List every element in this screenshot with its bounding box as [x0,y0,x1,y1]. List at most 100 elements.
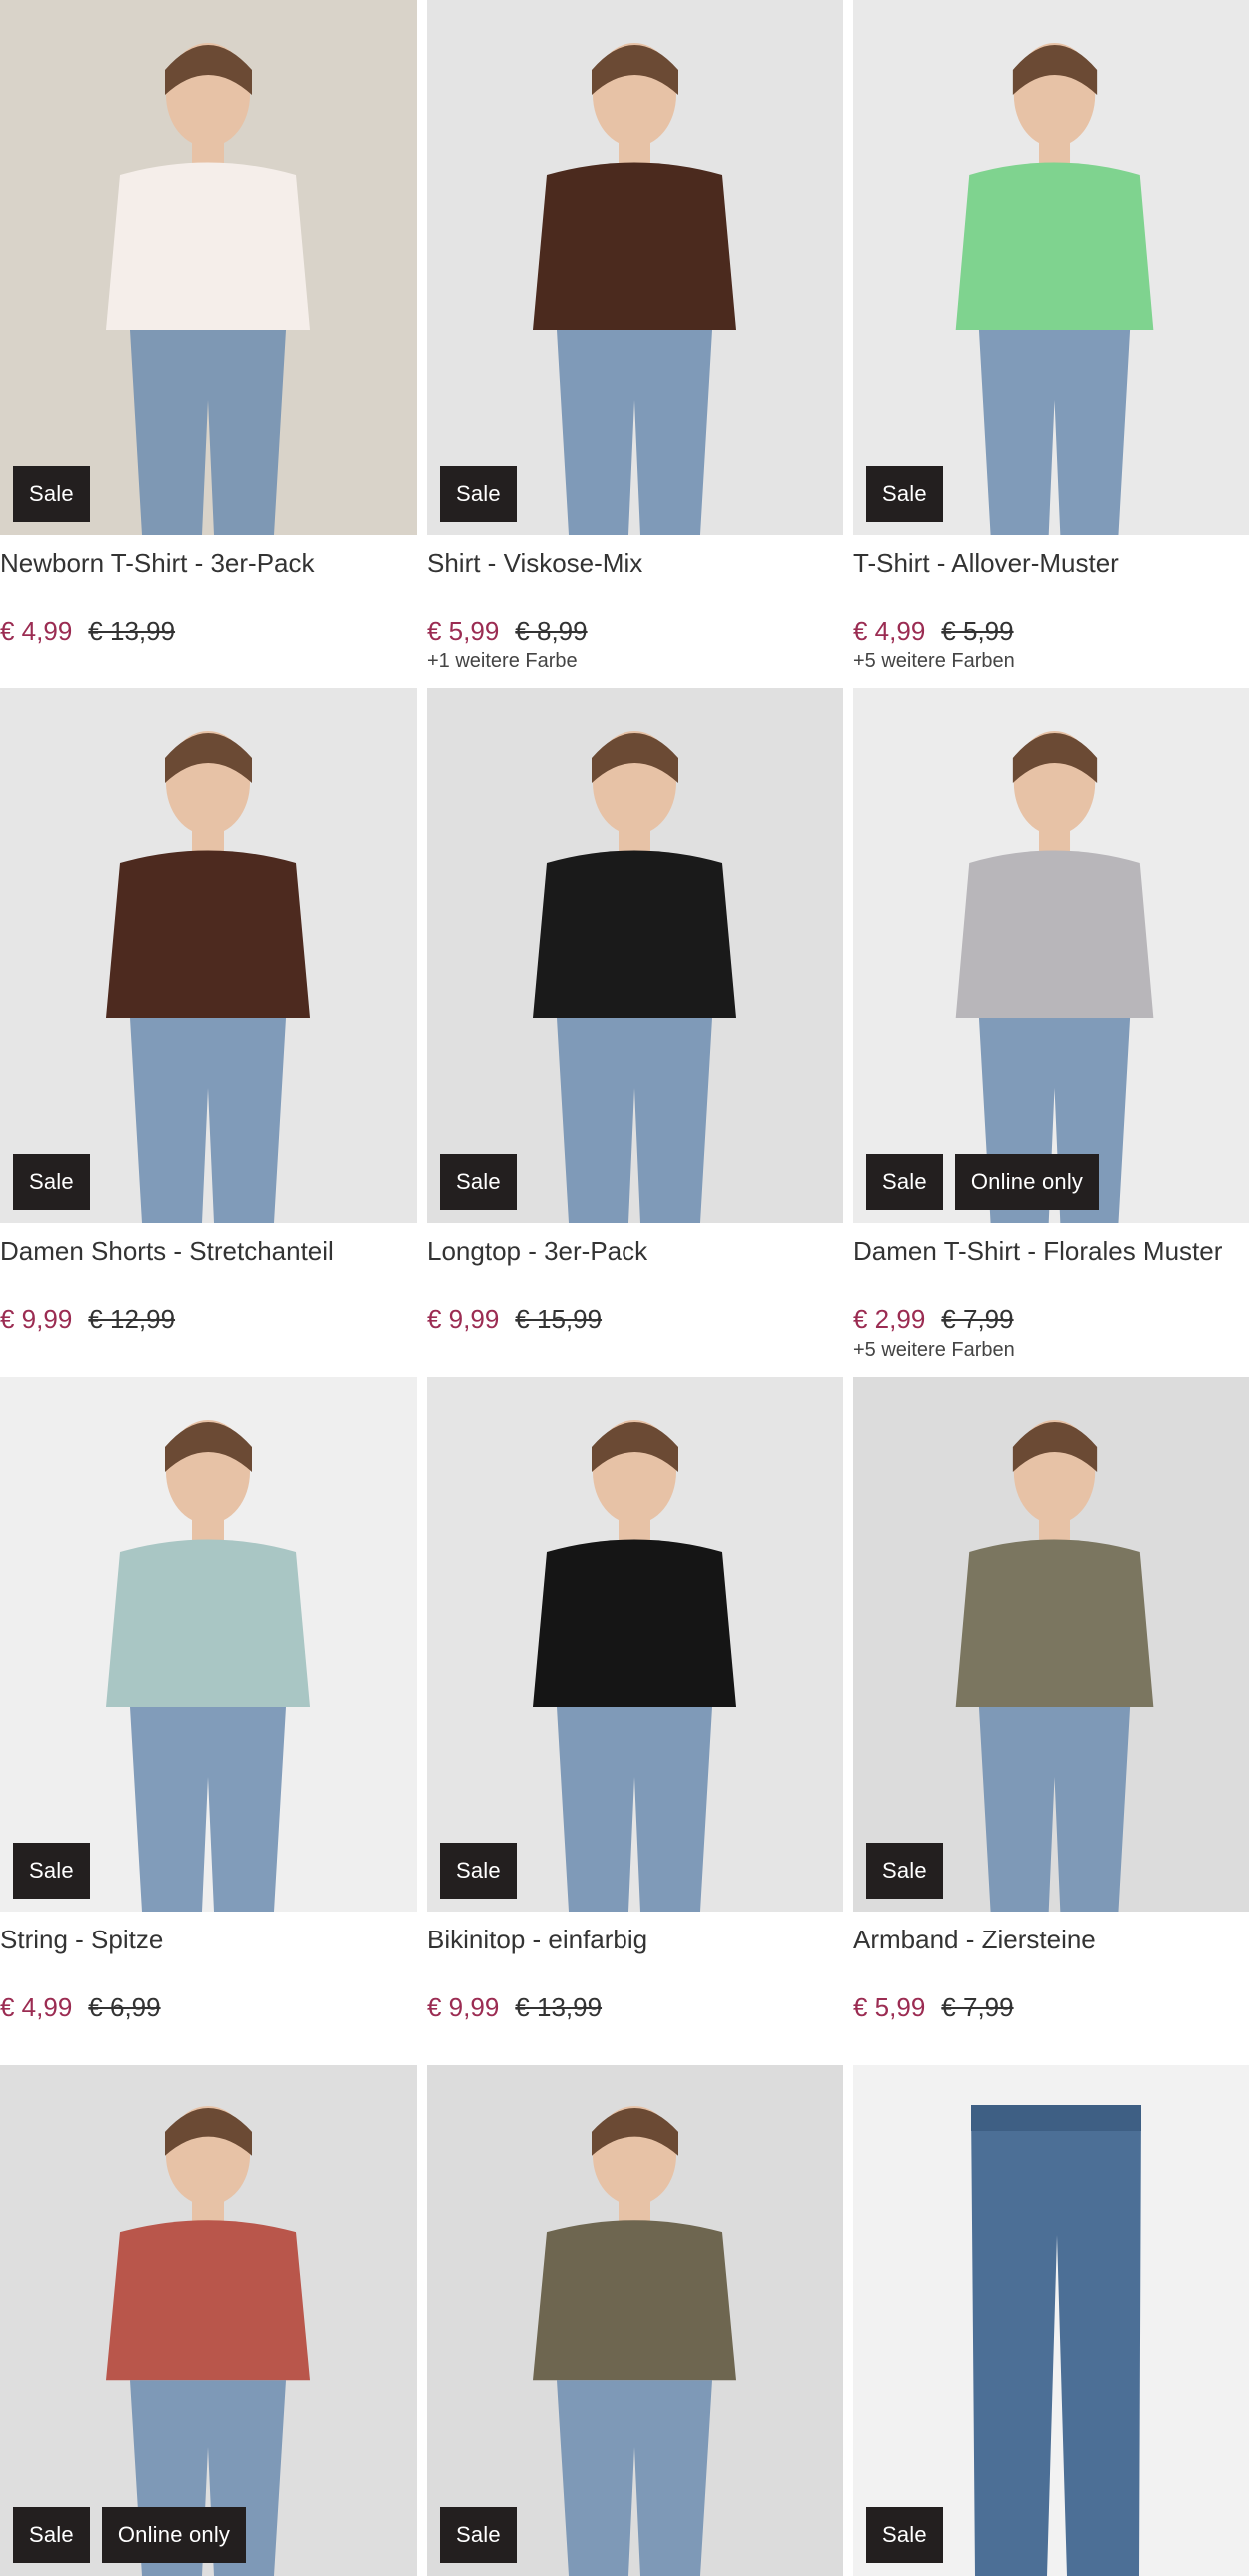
original-price: € 15,99 [515,1304,603,1334]
product-image [427,0,843,535]
sale-badge: Sale [13,466,90,522]
product-image [427,688,843,1223]
product-card[interactable]: Sale T-Shirt - Allover-Muster € 4,99 € 5,99… [853,0,1249,688]
product-image [427,2065,843,2576]
product-name[interactable]: Newborn T-Shirt - 3er-Pack [0,543,417,583]
product-image [853,0,1249,535]
product-name[interactable]: Damen Shorts - Stretchanteil [0,1231,417,1271]
badge-group: Sale [866,2507,943,2563]
product-card[interactable]: Sale Online only Damen T-Shirt - Florales … [853,688,1249,1377]
sale-price: € 9,99 [427,1304,500,1334]
badge-group: Sale [13,1843,90,1899]
sale-badge: Sale [866,1843,943,1899]
badge-group: Sale [13,1154,90,1210]
badge-group: Sale [13,466,90,522]
product-card[interactable]: Sale String - Spitze € 4,99 € 6,99 [0,1377,417,2065]
price-row: € 9,99 € 12,99 [0,1301,417,1337]
sale-price: € 9,99 [427,1992,500,2022]
sale-price: € 9,99 [0,1304,73,1334]
product-card[interactable]: Sale Bikinitop - einfarbig € 9,99 € 13,99 [427,1377,843,2065]
product-image [0,688,417,1223]
product-card[interactable]: Sale Online only [0,2065,417,2576]
sale-badge: Sale [440,466,517,522]
sale-badge: Sale [866,466,943,522]
product-image-container[interactable]: Sale [427,0,843,535]
product-image-container[interactable]: Sale Online only [853,688,1249,1223]
sale-badge: Sale [440,1843,517,1899]
sale-price: € 5,99 [853,1992,926,2022]
product-card[interactable]: Sale Damen Shorts - Stretchanteil € 9,99 € … [0,688,417,1377]
online-only-badge: Online only [101,2507,247,2563]
product-image-container[interactable]: Sale [0,0,417,535]
product-card[interactable]: Sale Longtop - 3er-Pack € 9,99 € 15,99 [427,688,843,1377]
sale-badge: Sale [13,1154,90,1210]
price-row: € 4,99 € 5,99 [853,613,1249,648]
product-name[interactable]: Damen T-Shirt - Florales Muster [853,1231,1249,1271]
product-image [427,1377,843,1912]
sale-price: € 5,99 [427,616,500,645]
price-row: € 4,99 € 6,99 [0,1989,417,2025]
product-name[interactable]: Longtop - 3er-Pack [427,1231,843,1271]
product-grid: Sale Newborn T-Shirt - 3er-Pack € 4,99 € 13… [0,0,1249,2576]
price-row: € 5,99 € 7,99 [853,1989,1249,2025]
product-card[interactable]: Sale [853,2065,1249,2576]
sale-badge: Sale [866,1154,943,1210]
product-image-container[interactable]: Sale [0,688,417,1223]
product-name[interactable]: Shirt - Viskose-Mix [427,543,843,583]
sale-badge: Sale [13,1843,90,1899]
product-image-container[interactable]: Sale [427,1377,843,1912]
online-only-badge: Online only [954,1154,1100,1210]
original-price: € 7,99 [941,1992,1014,2022]
product-image-container[interactable]: Sale [427,688,843,1223]
product-name[interactable]: Bikinitop - einfarbig [427,1920,843,1959]
product-image [853,1377,1249,1912]
badge-group: Sale [866,1843,943,1899]
badge-group: Sale [440,1843,517,1899]
price-row: € 5,99 € 8,99 [427,613,843,648]
product-image-container[interactable]: Sale [853,1377,1249,1912]
price-row: € 9,99 € 15,99 [427,1301,843,1337]
sale-badge: Sale [13,2507,90,2563]
sale-badge: Sale [866,2507,943,2563]
product-image-container[interactable]: Sale [427,2065,843,2576]
badge-group: Sale [440,466,517,522]
sale-price: € 4,99 [853,616,926,645]
original-price: € 13,99 [88,616,176,645]
original-price: € 8,99 [515,616,588,645]
product-name[interactable]: T-Shirt - Allover-Muster [853,543,1249,583]
price-row: € 2,99 € 7,99 [853,1301,1249,1337]
product-image [0,1377,417,1912]
price-row: € 9,99 € 13,99 [427,1989,843,2025]
price-row: € 4,99 € 13,99 [0,613,417,648]
product-card[interactable]: Sale Shirt - Viskose-Mix € 5,99 € 8,99 +1 we… [427,0,843,688]
more-colors-text[interactable]: +5 weitere Farben [853,1339,1249,1362]
product-image [0,2065,417,2576]
badge-group: Sale Online only [866,1154,1100,1210]
sale-price: € 4,99 [0,616,73,645]
sale-price: € 4,99 [0,1992,73,2022]
more-colors-text[interactable]: +5 weitere Farben [853,650,1249,673]
product-name[interactable]: Armband - Ziersteine [853,1920,1249,1959]
product-image-container[interactable]: Sale [853,2065,1249,2576]
product-image-container[interactable]: Sale [853,0,1249,535]
badge-group: Sale [440,2507,517,2563]
product-name[interactable]: String - Spitze [0,1920,417,1959]
sale-price: € 2,99 [853,1304,926,1334]
original-price: € 12,99 [88,1304,176,1334]
badge-group: Sale [440,1154,517,1210]
product-image-jeans [853,2065,1249,2576]
product-card[interactable]: Sale Armband - Ziersteine € 5,99 € 7,99 [853,1377,1249,2065]
product-image [853,688,1249,1223]
product-image-container[interactable]: Sale Online only [0,2065,417,2576]
original-price: € 6,99 [88,1992,161,2022]
sale-badge: Sale [440,1154,517,1210]
product-card[interactable]: Sale Newborn T-Shirt - 3er-Pack € 4,99 € 13… [0,0,417,688]
sale-badge: Sale [440,2507,517,2563]
original-price: € 13,99 [515,1992,603,2022]
product-card[interactable]: Sale [427,2065,843,2576]
badge-group: Sale Online only [13,2507,247,2563]
badge-group: Sale [866,466,943,522]
more-colors-text[interactable]: +1 weitere Farbe [427,650,843,673]
original-price: € 5,99 [941,616,1014,645]
product-image-container[interactable]: Sale [0,1377,417,1912]
